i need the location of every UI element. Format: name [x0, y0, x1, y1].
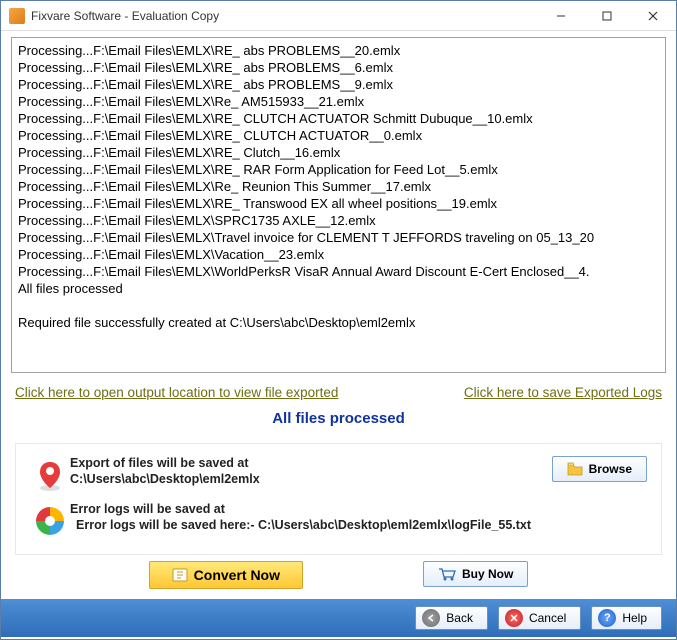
export-path: C:\Users\abc\Desktop\eml2emlx	[70, 472, 537, 486]
back-label: Back	[446, 611, 473, 625]
open-output-link[interactable]: Click here to open output location to vi…	[15, 385, 338, 400]
log-line: Processing...F:\Email Files\EMLX\Re_ AM5…	[18, 93, 659, 110]
convert-label: Convert Now	[194, 567, 280, 583]
export-row: Export of files will be saved at C:\User…	[30, 456, 647, 492]
save-logs-link[interactable]: Click here to save Exported Logs	[464, 385, 662, 400]
cancel-label: Cancel	[529, 611, 566, 625]
log-line: Processing...F:\Email Files\EMLX\SPRC173…	[18, 212, 659, 229]
convert-now-button[interactable]: Convert Now	[149, 561, 303, 589]
folder-icon	[567, 462, 583, 476]
log-line: Processing...F:\Email Files\EMLX\RE_ abs…	[18, 59, 659, 76]
links-row: Click here to open output location to vi…	[11, 373, 666, 406]
app-icon	[9, 8, 25, 24]
log-line: Processing...F:\Email Files\EMLX\RE_ CLU…	[18, 127, 659, 144]
errorlog-detail: Error logs will be saved here:- C:\Users…	[70, 518, 647, 532]
settings-panel: Export of files will be saved at C:\User…	[15, 443, 662, 555]
back-icon	[422, 609, 440, 627]
cancel-icon	[505, 609, 523, 627]
buy-label: Buy Now	[462, 567, 513, 581]
maximize-icon	[602, 11, 612, 21]
log-line: Processing...F:\Email Files\EMLX\RE_ abs…	[18, 76, 659, 93]
log-line: Processing...F:\Email Files\EMLX\Travel …	[18, 229, 659, 246]
errorlog-row: Error logs will be saved at Error logs w…	[30, 502, 647, 536]
close-button[interactable]	[630, 1, 676, 31]
minimize-button[interactable]	[538, 1, 584, 31]
log-line: Processing...F:\Email Files\EMLX\RE_ Clu…	[18, 144, 659, 161]
convert-icon	[172, 568, 188, 582]
export-heading: Export of files will be saved at	[70, 456, 537, 470]
maximize-button[interactable]	[584, 1, 630, 31]
help-label: Help	[622, 611, 647, 625]
browse-label: Browse	[589, 462, 632, 476]
log-line: Required file successfully created at C:…	[18, 314, 659, 331]
action-row: Convert Now Buy Now	[15, 555, 662, 599]
errorlog-heading: Error logs will be saved at	[70, 502, 647, 516]
minimize-icon	[556, 11, 566, 21]
cart-icon	[438, 567, 456, 581]
log-line: Processing...F:\Email Files\EMLX\Re_ Reu…	[18, 178, 659, 195]
log-line: Processing...F:\Email Files\EMLX\RE_ RAR…	[18, 161, 659, 178]
help-icon: ?	[598, 609, 616, 627]
log-line: Processing...F:\Email Files\EMLX\RE_ CLU…	[18, 110, 659, 127]
log-line: Processing...F:\Email Files\EMLX\RE_ Tra…	[18, 195, 659, 212]
log-line: All files processed	[18, 280, 659, 297]
cancel-button[interactable]: Cancel	[498, 606, 581, 630]
status-processed: All files processed	[11, 406, 666, 443]
log-line	[18, 297, 659, 314]
log-line: Processing...F:\Email Files\EMLX\Vacatio…	[18, 246, 659, 263]
window-title: Fixvare Software - Evaluation Copy	[31, 9, 538, 23]
window-controls	[538, 1, 676, 31]
titlebar: Fixvare Software - Evaluation Copy	[1, 1, 676, 31]
help-button[interactable]: ? Help	[591, 606, 662, 630]
buy-now-button[interactable]: Buy Now	[423, 561, 528, 587]
back-button[interactable]: Back	[415, 606, 488, 630]
location-pin-icon	[36, 460, 64, 492]
close-icon	[648, 11, 658, 21]
pie-chart-icon	[35, 506, 65, 536]
processing-log[interactable]: Processing...F:\Email Files\EMLX\RE_ abs…	[11, 37, 666, 373]
log-line: Processing...F:\Email Files\EMLX\RE_ abs…	[18, 42, 659, 59]
browse-button[interactable]: Browse	[552, 456, 647, 482]
log-line: Processing...F:\Email Files\EMLX\WorldPe…	[18, 263, 659, 280]
footer-bar: Back Cancel ? Help	[1, 599, 676, 637]
